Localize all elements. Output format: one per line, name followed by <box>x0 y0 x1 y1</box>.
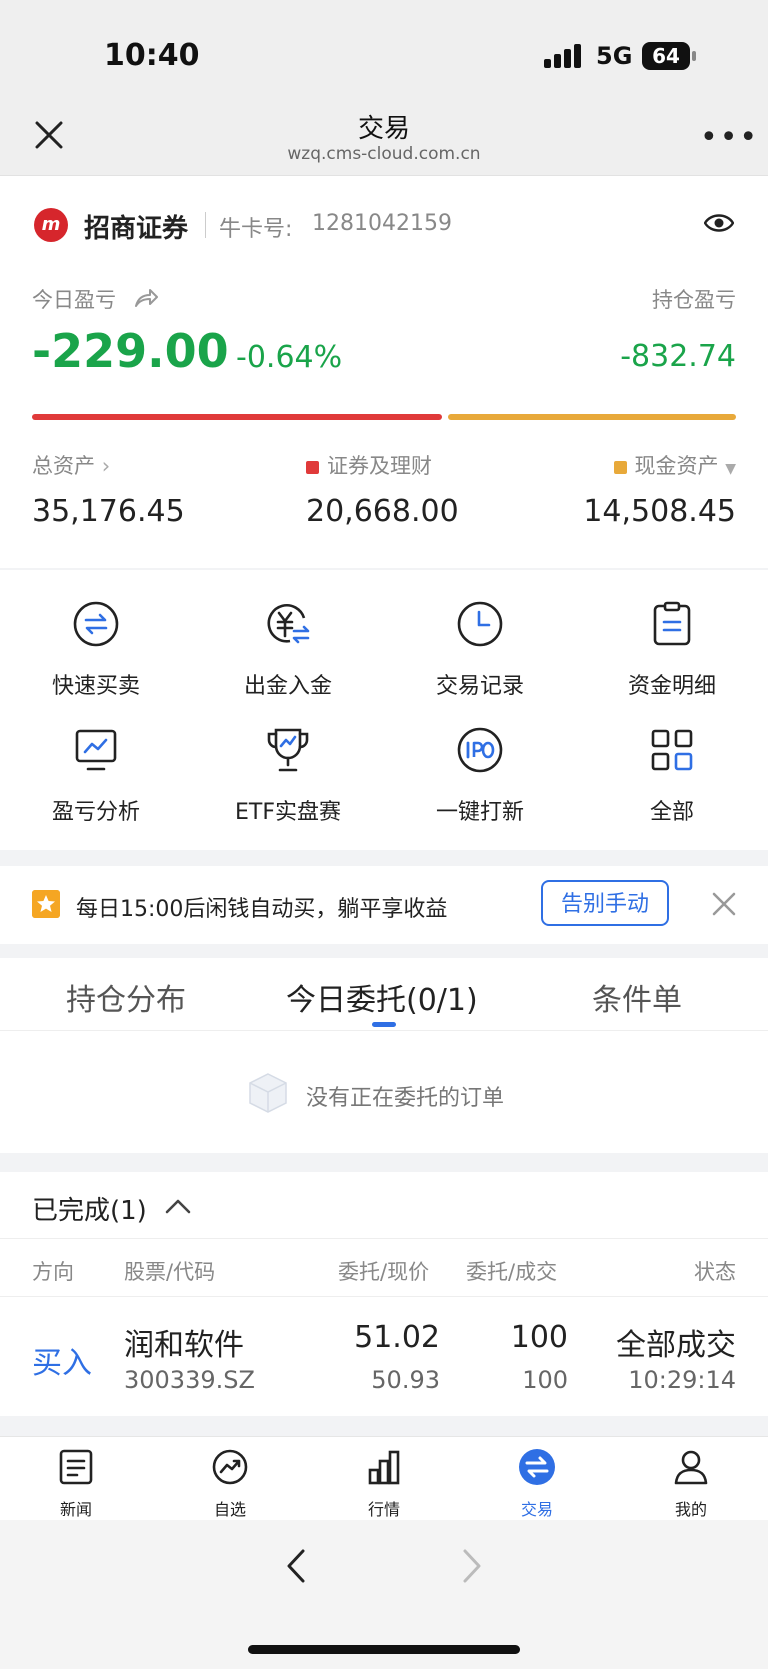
trophy-icon <box>267 728 309 772</box>
current-price: 50.93 <box>371 1366 440 1394</box>
yen-transfer-icon <box>267 604 310 644</box>
grid-item-fund-details[interactable]: 资金明细 <box>576 600 768 700</box>
banner-text: 每日15:00后闲钱自动买，躺平享收益 <box>76 897 448 922</box>
securities-legend-icon <box>306 460 319 474</box>
filled-qty: 100 <box>522 1366 568 1394</box>
hold-pnl-label: 持仓盈亏 <box>652 288 736 312</box>
grid-item-pnl-analysis[interactable]: 盈亏分析 <box>0 726 192 826</box>
cash-assets-label[interactable]: 现金资产 ▼ <box>613 450 736 480</box>
divider <box>205 212 206 238</box>
star-icon <box>32 890 60 918</box>
caret-down-icon: ▼ <box>725 461 736 477</box>
hold-pnl-value: -832.74 <box>620 339 736 374</box>
total-assets-label[interactable]: 总资产 › <box>32 450 110 480</box>
order-time: 10:29:14 <box>628 1366 736 1394</box>
apps-grid-icon <box>651 729 693 771</box>
order-status: 全部成交 <box>616 1328 736 1363</box>
grid-item-trade-records[interactable]: 交易记录 <box>384 600 576 700</box>
ipo-icon <box>457 727 503 773</box>
order-qty: 100 <box>510 1320 568 1355</box>
today-pnl-value: -229.00 <box>32 324 229 378</box>
tabbar-news[interactable]: 新闻 <box>26 1448 126 1520</box>
clock-icon <box>457 601 503 647</box>
status-time: 10:40 <box>104 38 200 73</box>
cash-share-bar <box>448 414 736 420</box>
tabbar-watchlist[interactable]: 自选 <box>180 1448 280 1520</box>
today-pnl-label: 今日盈亏 <box>32 288 116 312</box>
network-type: 5G <box>596 42 633 70</box>
user-icon <box>674 1450 708 1485</box>
col-header-status: 状态 <box>694 1260 736 1284</box>
news-icon <box>59 1449 93 1485</box>
chevron-up-icon[interactable] <box>165 1198 191 1214</box>
account-label: 牛卡号: <box>219 217 293 242</box>
broker-logo: m <box>34 208 68 242</box>
cash-legend-icon <box>613 460 627 474</box>
grid-item-ipo[interactable]: 一键打新 <box>384 726 576 826</box>
share-icon[interactable] <box>134 288 158 308</box>
back-arrow-icon[interactable] <box>284 1548 308 1584</box>
today-pnl-percent: -0.64% <box>236 340 343 375</box>
tab-today-orders[interactable]: 今日委托(0/1) <box>286 975 478 1019</box>
stock-code: 300339.SZ <box>124 1366 255 1394</box>
empty-box-icon <box>249 1073 287 1113</box>
bar-chart-icon <box>368 1450 400 1485</box>
securities-share-bar <box>32 414 442 420</box>
col-header-stock: 股票/代码 <box>124 1260 216 1284</box>
more-icon[interactable]: ••• <box>700 123 759 153</box>
tabbar-trade[interactable]: 交易 <box>487 1448 587 1520</box>
grid-item-deposit-withdraw[interactable]: 出金入金 <box>192 600 384 700</box>
tab-holdings[interactable]: 持仓分布 <box>66 975 186 1019</box>
grid-item-etf-contest[interactable]: ETF实盘赛 <box>192 726 384 826</box>
cash-assets-value: 14,508.45 <box>583 494 736 529</box>
clipboard-icon <box>653 601 691 646</box>
broker-name: 招商证券 <box>84 214 189 244</box>
page-url: wzq.cms-cloud.com.cn <box>287 144 481 164</box>
banner-action-button[interactable]: 告别手动 <box>541 880 669 926</box>
col-header-qty: 委托/成交 <box>466 1260 558 1284</box>
completed-title[interactable]: 已完成(1) <box>32 1190 147 1227</box>
monitor-chart-icon <box>75 729 117 771</box>
swap-icon <box>73 601 119 647</box>
col-header-direction: 方向 <box>32 1260 74 1284</box>
battery-icon: 64 <box>642 42 696 70</box>
forward-arrow-icon[interactable] <box>460 1548 484 1584</box>
total-assets-value: 35,176.45 <box>32 494 185 529</box>
trade-swap-icon <box>519 1449 555 1485</box>
signal-icon <box>544 44 584 68</box>
stock-name: 润和软件 <box>124 1328 244 1363</box>
grid-item-all[interactable]: 全部 <box>576 726 768 826</box>
account-number: 1281042159 <box>312 211 452 236</box>
eye-icon[interactable] <box>704 212 734 234</box>
divider <box>0 1238 768 1239</box>
page-title: 交易 <box>357 114 410 144</box>
grid-item-quick-trade[interactable]: 快速买卖 <box>0 600 192 700</box>
empty-state-text: 没有正在委托的订单 <box>306 1086 505 1111</box>
home-indicator <box>248 1645 520 1654</box>
watchlist-chart-icon <box>212 1449 248 1485</box>
securities-label: 证券及理财 <box>306 450 432 480</box>
col-header-price: 委托/现价 <box>338 1260 430 1284</box>
securities-value: 20,668.00 <box>306 494 459 529</box>
active-tab-indicator <box>372 1022 396 1027</box>
close-icon[interactable] <box>710 890 738 918</box>
order-direction: 买入 <box>32 1346 92 1381</box>
tabbar-me[interactable]: 我的 <box>641 1448 741 1520</box>
order-price: 51.02 <box>354 1320 440 1355</box>
tab-conditional-orders[interactable]: 条件单 <box>592 975 682 1019</box>
tabbar-market[interactable]: 行情 <box>334 1448 434 1520</box>
